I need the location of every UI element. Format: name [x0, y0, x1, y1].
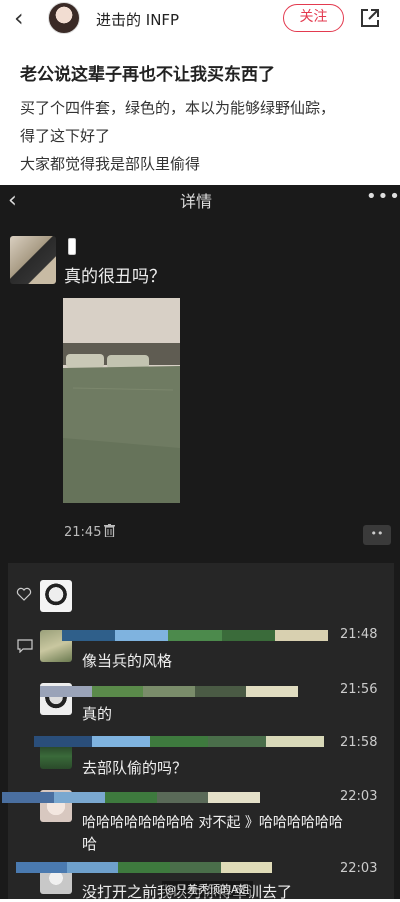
post-time: 21:45 [64, 525, 102, 540]
share-icon[interactable] [359, 7, 381, 29]
comment-icon[interactable] [17, 639, 33, 653]
censor-bar [34, 736, 324, 747]
comment-time: 21:56 [340, 682, 378, 697]
heart-icon[interactable] [16, 587, 32, 601]
post-title: 老公说这辈子再也不让我买东西了 [20, 65, 275, 85]
follow-button[interactable]: 关注 [283, 4, 344, 32]
liker-avatar[interactable] [40, 580, 72, 612]
trash-icon[interactable] [104, 524, 115, 537]
comment-text: 真的 [82, 705, 113, 723]
post-text-line: 得了这下好了 [20, 127, 111, 145]
comment-text: 像当兵的风格 [82, 652, 173, 670]
avatar [10, 236, 56, 284]
comment-text: 去部队偷的吗？ [82, 759, 188, 777]
censor-bar [16, 862, 273, 873]
badge-icon [68, 238, 76, 255]
back-button[interactable]: ‹ [14, 6, 24, 30]
interactions-panel [8, 563, 394, 899]
censor-bar [40, 686, 298, 697]
more-icon[interactable]: ••• [366, 186, 400, 207]
screenshot-title: 详情 [180, 192, 213, 211]
post-text-line: 买了个四件套，绿色的，本以为能够绿野仙踪， [20, 99, 336, 117]
watermark: @只差秃顶的A姐 [162, 881, 253, 897]
chevron-left-icon[interactable]: ‹ [8, 188, 17, 213]
comment-time: 21:48 [340, 627, 378, 642]
post-text-line: 大家都觉得我是部队里偷得 [20, 155, 201, 173]
comment-text: 哈 [82, 835, 98, 853]
censor-bar [62, 630, 329, 641]
avatar[interactable] [48, 2, 80, 34]
username[interactable]: 进击的 INFP [96, 9, 179, 30]
more-options-button[interactable]: •• [363, 525, 391, 545]
censor-bar [2, 792, 260, 803]
question-text: 真的很丑吗？ [64, 267, 166, 287]
comment-time: 22:03 [340, 861, 378, 876]
comment-time: 22:03 [340, 789, 378, 804]
bed-photo[interactable] [63, 298, 180, 503]
comment-time: 21:58 [340, 735, 378, 750]
comment-text: 哈哈哈哈哈哈哈哈 对不起 》哈哈哈哈哈哈 [82, 815, 343, 831]
